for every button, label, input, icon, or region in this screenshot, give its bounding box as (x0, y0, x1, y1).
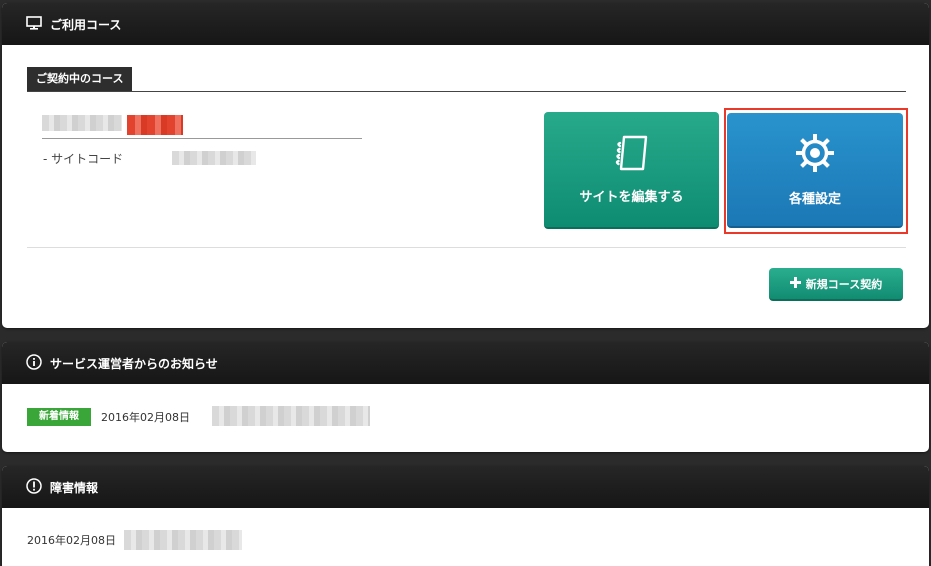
news-title-redacted[interactable] (212, 406, 370, 426)
notice-panel-header: サービス運営者からのお知らせ (2, 342, 929, 384)
divider (27, 247, 906, 248)
plus-icon (789, 276, 801, 291)
course-name-redacted (42, 115, 122, 131)
trouble-panel-header: 障害情報 (2, 466, 929, 508)
notice-panel: サービス運営者からのお知らせ 新着情報 2016年02月08日 (2, 342, 929, 452)
news-item[interactable]: 新着情報 2016年02月08日 (27, 408, 190, 426)
settings-button[interactable]: 各種設定 (727, 113, 903, 228)
site-code-label: - サイトコード (43, 152, 124, 166)
course-status-redacted (127, 115, 183, 135)
notebook-icon (613, 134, 651, 176)
course-panel-header: ご利用コース (2, 3, 929, 45)
edit-site-label: サイトを編集する (579, 190, 684, 205)
new-info-badge: 新着情報 (27, 408, 91, 426)
divider (42, 138, 362, 139)
gear-icon (794, 132, 836, 178)
trouble-date: 2016年02月08日 (27, 534, 116, 547)
trouble-panel: 障害情報 2016年02月08日 (2, 466, 929, 566)
news-date: 2016年02月08日 (101, 411, 190, 424)
alert-icon (26, 477, 42, 497)
new-course-contract-button[interactable]: 新規コース契約 (769, 268, 903, 301)
divider (27, 91, 906, 92)
trouble-item[interactable]: 2016年02月08日 (27, 532, 116, 548)
info-icon (26, 353, 42, 373)
trouble-panel-title: 障害情報 (50, 480, 99, 495)
new-course-label: 新規コース契約 (805, 277, 883, 291)
notice-panel-title: サービス運営者からのお知らせ (50, 356, 218, 371)
edit-site-button[interactable]: サイトを編集する (544, 112, 719, 229)
settings-label: 各種設定 (788, 192, 841, 207)
course-panel-title: ご利用コース (50, 17, 122, 32)
monitor-icon (26, 15, 42, 33)
trouble-title-redacted[interactable] (124, 530, 242, 550)
course-panel: ご利用コース ご契約中のコース - サイトコード サイトを編集する 各種設定 新… (2, 3, 929, 328)
site-code-value-redacted (172, 151, 256, 165)
contract-course-tab: ご契約中のコース (27, 67, 133, 91)
